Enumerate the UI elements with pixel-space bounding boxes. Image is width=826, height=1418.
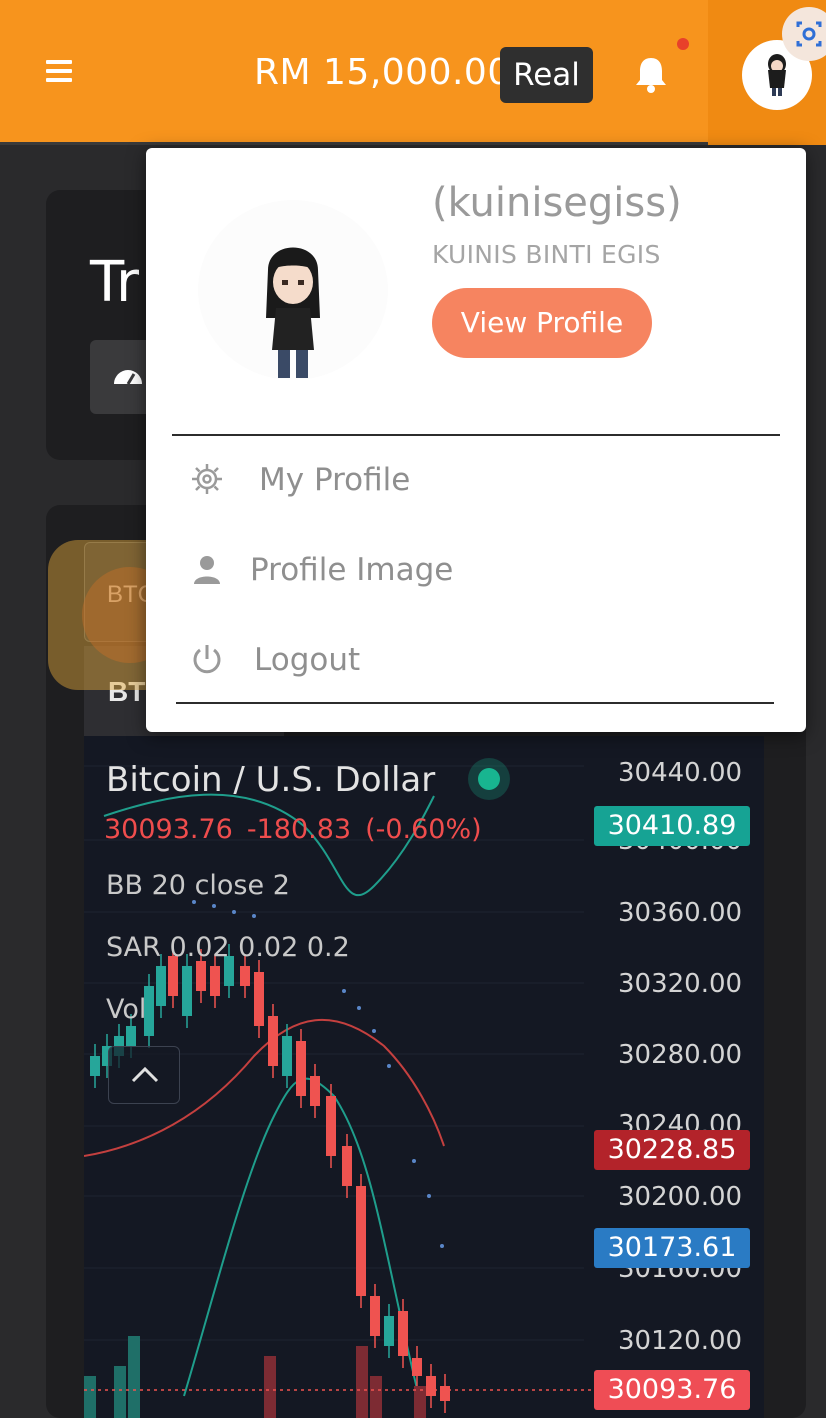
volume-bar xyxy=(264,1356,276,1418)
avatar-illustration-icon xyxy=(266,247,320,378)
indicator-sar[interactable]: SAR 0.02 0.02 0.2 xyxy=(106,932,350,963)
sar-dot xyxy=(427,1194,431,1198)
menu-item-my-profile[interactable]: My Profile xyxy=(190,450,750,510)
sar-dot xyxy=(357,1006,361,1010)
candle-body xyxy=(398,1311,408,1356)
candle-body xyxy=(240,966,250,986)
gear-icon xyxy=(192,464,222,494)
indicator-vol[interactable]: Vol xyxy=(106,994,146,1025)
menu-item-label: Profile Image xyxy=(250,552,454,588)
user-icon xyxy=(194,556,220,584)
candle-body xyxy=(310,1076,320,1106)
scan-icon[interactable] xyxy=(782,7,826,61)
chevron-up-icon xyxy=(131,1066,159,1083)
candle-body xyxy=(254,972,264,1026)
sar-dot xyxy=(372,1029,376,1033)
live-status-dot xyxy=(478,768,500,790)
sar-dot xyxy=(232,910,236,914)
indicator-bb[interactable]: BB 20 close 2 xyxy=(106,870,290,901)
sar-dot xyxy=(342,989,346,993)
candle-body xyxy=(356,1186,366,1296)
candle-body xyxy=(90,1056,100,1076)
last-price: 30093.76 xyxy=(104,814,233,845)
candle-body xyxy=(156,966,166,1006)
sar-dot xyxy=(440,1244,444,1248)
price-change-line: 30093.76 -180.83 (-0.60%) xyxy=(104,814,496,845)
price-tag: 30173.61 xyxy=(594,1228,750,1268)
candle-body xyxy=(412,1358,422,1376)
collapse-indicators-button[interactable] xyxy=(108,1046,180,1104)
sar-dot xyxy=(252,914,256,918)
menu-item-label: My Profile xyxy=(259,462,411,498)
power-icon xyxy=(193,645,221,674)
candle-body xyxy=(440,1386,450,1401)
sar-dot xyxy=(212,904,216,908)
bell-icon[interactable] xyxy=(634,55,668,93)
candle-body xyxy=(268,1016,278,1066)
volume-bar xyxy=(114,1366,126,1418)
price-tag: 30410.89 xyxy=(594,806,750,846)
account-balance: RM 15,000.00 xyxy=(254,52,511,93)
price-change: -180.83 xyxy=(246,814,352,845)
candle-body xyxy=(182,966,192,1016)
notification-dot xyxy=(677,38,689,50)
price-chart[interactable]: Bitcoin / U.S. Dollar 30093.76 -180.83 (-0… xyxy=(84,736,764,1418)
volume-bar xyxy=(128,1336,140,1418)
chart-title: Bitcoin / U.S. Dollar xyxy=(106,760,436,800)
price-tag: 30093.76 xyxy=(594,1370,750,1410)
volume-bar xyxy=(84,1376,96,1418)
axis-tick-label: 30120.00 xyxy=(618,1326,743,1356)
volume-bar xyxy=(370,1376,382,1418)
menu-divider-bottom xyxy=(176,702,774,704)
axis-tick-label: 30440.00 xyxy=(618,758,743,788)
bb-lower-line xyxy=(183,1077,425,1418)
profile-dropdown-menu: (kuinisegiss) KUINIS BINTI EGIS View Pro… xyxy=(146,148,806,732)
profile-avatar xyxy=(198,200,388,380)
menu-item-logout[interactable]: Logout xyxy=(190,630,750,690)
price-change-percent: (-0.60%) xyxy=(365,814,482,845)
sar-dot xyxy=(412,1159,416,1163)
axis-tick-label: 30320.00 xyxy=(618,969,743,999)
axis-tick-label: 30280.00 xyxy=(618,1040,743,1070)
candle-body xyxy=(342,1146,352,1186)
volume-bar xyxy=(414,1386,426,1418)
candle-body xyxy=(426,1376,436,1396)
sar-dot xyxy=(387,1064,391,1068)
candle-body xyxy=(384,1316,394,1346)
top-app-bar: RM 15,000.00 Real xyxy=(0,0,826,145)
candle-body xyxy=(370,1296,380,1336)
axis-tick-label: 30360.00 xyxy=(618,898,743,928)
account-type-badge[interactable]: Real xyxy=(500,47,593,103)
page-title: Tr xyxy=(90,250,139,315)
candle-body xyxy=(210,966,220,996)
candle-body xyxy=(196,961,206,991)
candle-body xyxy=(296,1041,306,1096)
candle-body xyxy=(326,1096,336,1156)
menu-item-profile-image[interactable]: Profile Image xyxy=(190,540,750,600)
axis-tick-label: 30200.00 xyxy=(618,1182,743,1212)
view-profile-button[interactable]: View Profile xyxy=(432,288,652,358)
candle-body xyxy=(126,1026,136,1046)
menu-divider-top xyxy=(172,434,780,436)
candle-body xyxy=(282,1036,292,1076)
profile-full-name: KUINIS BINTI EGIS xyxy=(432,240,661,269)
hamburger-menu-icon[interactable] xyxy=(46,60,72,82)
profile-username: (kuinisegiss) xyxy=(432,180,682,226)
volume-bar xyxy=(356,1346,368,1418)
price-tag: 30228.85 xyxy=(594,1130,750,1170)
menu-item-label: Logout xyxy=(254,642,361,678)
